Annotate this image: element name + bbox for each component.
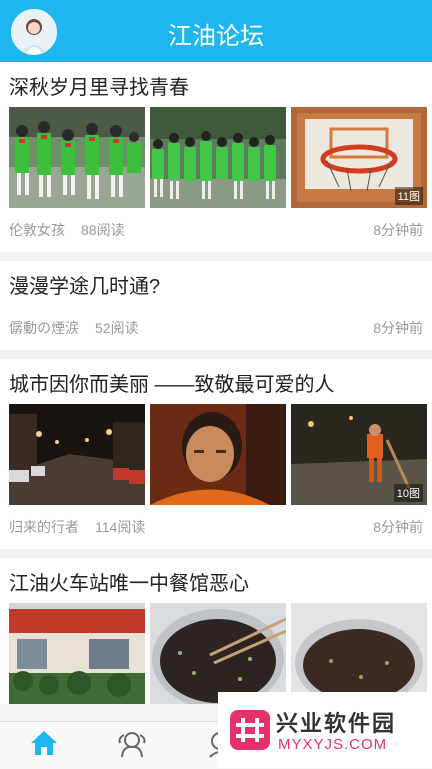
post-item[interactable]: 漫漫学途几时通? 僝動の煙涙 52阅读 8分钟前 bbox=[0, 261, 432, 350]
post-title: 城市因你而美丽 ——致敬最可爱的人 bbox=[9, 374, 335, 396]
friends-icon bbox=[118, 732, 146, 758]
post-meta: 僝動の煙涙 52阅读 8分钟前 bbox=[0, 306, 432, 350]
post-image[interactable] bbox=[150, 107, 286, 208]
post-image[interactable] bbox=[9, 107, 145, 208]
post-image[interactable] bbox=[9, 603, 145, 704]
post-author[interactable]: 归来的行者 bbox=[9, 505, 79, 549]
post-thumbnails bbox=[0, 603, 432, 704]
tab-home[interactable] bbox=[0, 722, 88, 769]
home-icon bbox=[31, 731, 57, 755]
post-author[interactable]: 伦敦女孩 bbox=[9, 208, 65, 252]
post-read-count: 88阅读 bbox=[81, 222, 125, 238]
post-image[interactable]: 11图 bbox=[291, 107, 427, 208]
post-read-count: 114阅读 bbox=[95, 519, 146, 535]
image-count-badge: 11图 bbox=[394, 187, 423, 205]
page-title: 江油论坛 bbox=[168, 23, 264, 50]
post-item[interactable]: 深秋岁月里寻找青春 11图 伦敦女孩 88阅读 8分钟前 bbox=[0, 62, 432, 252]
post-thumbnails: 11图 bbox=[0, 107, 432, 208]
post-image[interactable] bbox=[291, 603, 427, 704]
post-thumbnails: 10图 bbox=[0, 404, 432, 505]
post-feed[interactable]: 深秋岁月里寻找青春 11图 伦敦女孩 88阅读 8分钟前 漫漫学途几时通? 僝動… bbox=[0, 62, 432, 721]
watermark-name: 兴业软件园 bbox=[276, 711, 397, 736]
watermark-site: MYXYJS.COM bbox=[278, 736, 388, 753]
post-time: 8分钟前 bbox=[373, 519, 423, 535]
post-title: 深秋岁月里寻找青春 bbox=[9, 77, 189, 99]
watermark-logo-icon bbox=[230, 710, 270, 750]
post-item[interactable]: 江油火车站唯一中餐馆恶心 bbox=[0, 558, 432, 704]
post-title: 江油火车站唯一中餐馆恶心 bbox=[9, 573, 249, 595]
post-meta: 伦敦女孩 88阅读 8分钟前 bbox=[0, 208, 432, 252]
post-image[interactable]: 10图 bbox=[291, 404, 427, 505]
post-image[interactable] bbox=[9, 404, 145, 505]
post-meta: 归来的行者 114阅读 8分钟前 bbox=[0, 505, 432, 549]
image-count-badge: 10图 bbox=[393, 484, 423, 502]
post-image[interactable] bbox=[150, 404, 286, 505]
post-author[interactable]: 僝動の煙涙 bbox=[9, 306, 79, 350]
post-time: 8分钟前 bbox=[373, 320, 423, 336]
post-image[interactable] bbox=[150, 603, 286, 704]
post-time: 8分钟前 bbox=[373, 222, 423, 238]
app-header: 江油论坛 bbox=[0, 0, 432, 62]
post-read-count: 52阅读 bbox=[95, 320, 139, 336]
post-title: 漫漫学途几时通? bbox=[9, 276, 161, 298]
tab-friends[interactable] bbox=[88, 722, 176, 769]
watermark: 兴业软件园 MYXYJS.COM bbox=[218, 692, 432, 768]
post-item[interactable]: 城市因你而美丽 ——致敬最可爱的人 10图 归来的行者 114阅读 8分钟前 bbox=[0, 359, 432, 549]
